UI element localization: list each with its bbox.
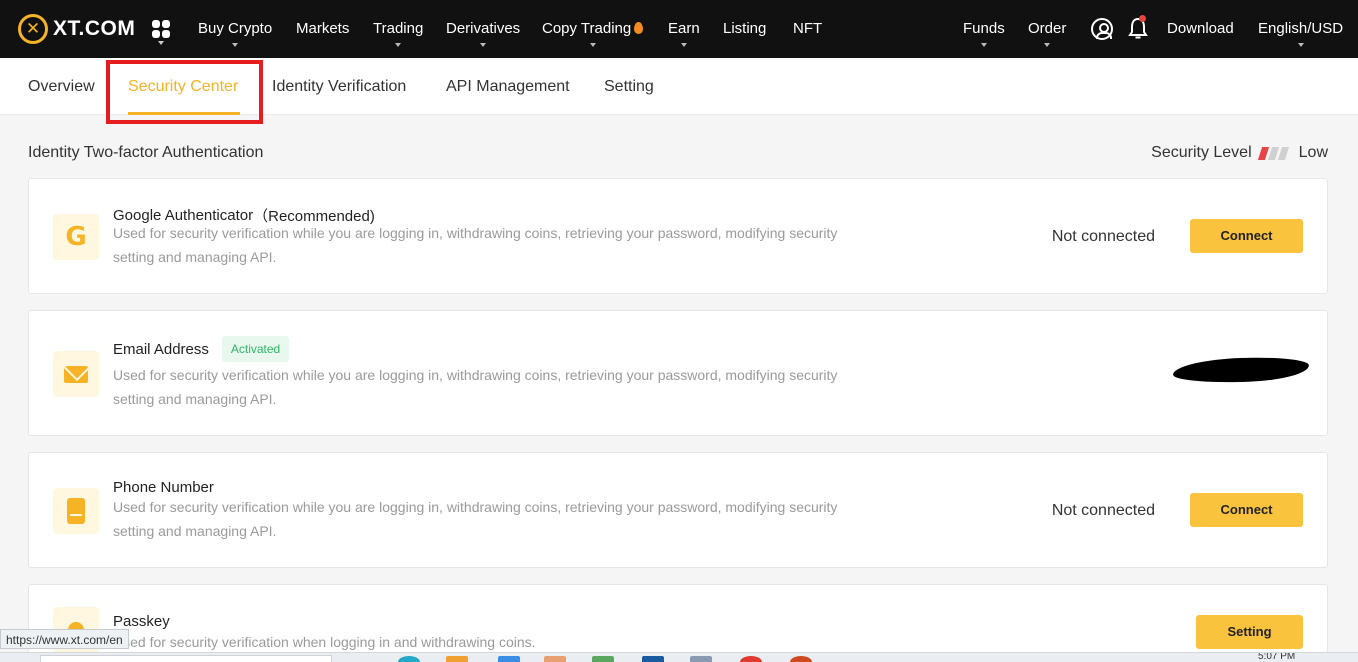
user-account-icon[interactable]: [1091, 18, 1113, 40]
google-authenticator-icon: G: [53, 214, 99, 260]
xt-logo-icon: ✕: [18, 14, 48, 44]
nav-listing[interactable]: Listing: [723, 0, 766, 58]
tab-api-management[interactable]: API Management: [446, 58, 570, 115]
redacted-email: [1172, 355, 1310, 385]
nav-markets[interactable]: Markets: [296, 0, 349, 58]
taskbar-app-icon[interactable]: [544, 656, 566, 662]
card-title: Phone Number: [113, 479, 214, 496]
taskbar-app-icon[interactable]: [690, 656, 712, 662]
taskbar-app-icon[interactable]: [740, 656, 762, 662]
nav-label: Download: [1167, 20, 1234, 37]
chevron-down-icon: [395, 43, 402, 47]
nav-derivatives[interactable]: Derivatives: [446, 0, 520, 58]
taskbar-app-icon[interactable]: [398, 656, 420, 662]
security-level-bar: [1267, 146, 1279, 160]
phone-icon: [53, 488, 99, 534]
card-email-address: Email Address Activated Used for securit…: [28, 310, 1328, 436]
connect-phone-button[interactable]: Connect: [1190, 493, 1303, 527]
security-level-bar: [1277, 146, 1289, 160]
taskbar-app-icon[interactable]: [790, 656, 812, 662]
notification-dot: [1139, 15, 1146, 22]
connect-google-authenticator-button[interactable]: Connect: [1190, 219, 1303, 253]
flame-icon: [634, 22, 644, 34]
chevron-down-icon: [589, 43, 596, 47]
nav-earn[interactable]: Earn: [668, 0, 700, 58]
taskbar-app-icon[interactable]: [498, 656, 520, 662]
card-title-text: Phone Number: [113, 479, 214, 496]
apps-grid-icon[interactable]: [152, 20, 170, 38]
tab-setting[interactable]: Setting: [604, 58, 654, 115]
nav-label: Derivatives: [446, 20, 521, 37]
nav-copy-trading[interactable]: Copy Trading: [542, 0, 644, 58]
card-title-text: Passkey: [113, 613, 170, 630]
card-phone-number: Phone Number Used for security verificat…: [28, 452, 1328, 568]
logo-text: XT.COM: [53, 17, 136, 40]
card-passkey: Passkey Used for security verification w…: [28, 584, 1328, 662]
nav-label: Trading: [373, 20, 424, 37]
nav-label: NFT: [793, 20, 823, 37]
passkey-setting-button[interactable]: Setting: [1196, 615, 1303, 649]
nav-buy-crypto[interactable]: Buy Crypto: [198, 0, 272, 58]
nav-label: Copy Trading: [542, 20, 632, 37]
nav-label: English/USD: [1258, 20, 1344, 37]
top-navbar: ✕ XT.COM Buy Crypto Markets Trading Deri…: [0, 0, 1358, 58]
nav-label: Buy Crypto: [198, 20, 273, 37]
nav-order[interactable]: Order: [1028, 0, 1066, 58]
taskbar-search[interactable]: [40, 655, 332, 662]
chevron-down-icon: [680, 43, 687, 47]
card-description: Used for security verification when logg…: [113, 634, 536, 650]
card-title: Email Address Activated: [113, 336, 290, 362]
nav-language[interactable]: English/USD: [1258, 0, 1343, 58]
card-description: Used for security verification while you…: [113, 499, 838, 539]
section-title: Identity Two-factor Authentication: [28, 144, 264, 161]
card-description: Used for security verification while you…: [113, 367, 838, 407]
security-level: Security Level Low: [1151, 144, 1328, 162]
nav-label: Markets: [296, 20, 350, 37]
card-description: Used for security verification while you…: [113, 225, 838, 265]
nav-nft[interactable]: NFT: [793, 0, 822, 58]
card-google-authenticator: G Google Authenticator （Recommended) Use…: [28, 178, 1328, 294]
security-level-bar: [1257, 146, 1269, 160]
annotation-highlight-box: [106, 60, 263, 124]
tab-identity-verification[interactable]: Identity Verification: [272, 58, 406, 115]
taskbar-clock: 5:07 PM: [1258, 652, 1296, 662]
chevron-down-icon: [980, 43, 987, 47]
nav-funds[interactable]: Funds: [963, 0, 1005, 58]
nav-label: Funds: [963, 20, 1005, 37]
security-level-label: Security Level: [1151, 144, 1252, 161]
card-title-text: Email Address: [113, 340, 209, 358]
nav-download[interactable]: Download: [1167, 0, 1234, 58]
nav-label: Order: [1028, 20, 1067, 37]
os-taskbar: 5:07 PM: [0, 652, 1358, 662]
chevron-down-icon: [480, 43, 487, 47]
connection-status: Not connected: [1051, 502, 1155, 519]
taskbar-app-icon[interactable]: [592, 656, 614, 662]
nav-label: Listing: [723, 20, 767, 37]
security-level-value: Low: [1298, 144, 1328, 161]
connection-status: Not connected: [1051, 228, 1155, 245]
chevron-down-icon: [232, 43, 239, 47]
envelope-icon: [53, 351, 99, 397]
security-level-bars: [1257, 146, 1290, 160]
chevron-down-icon: [1044, 43, 1051, 47]
xt-logo[interactable]: ✕ XT.COM: [18, 14, 135, 44]
chevron-down-icon: [158, 41, 164, 45]
taskbar-app-icon[interactable]: [642, 656, 664, 662]
nav-label: Earn: [668, 20, 700, 37]
browser-status-url: https://www.xt.com/en: [0, 629, 129, 649]
activated-badge: Activated: [221, 336, 290, 362]
card-title: Passkey: [113, 613, 170, 630]
chevron-down-icon: [1297, 43, 1304, 47]
nav-trading[interactable]: Trading: [373, 0, 423, 58]
tab-overview[interactable]: Overview: [28, 58, 95, 115]
taskbar-app-icon[interactable]: [446, 656, 468, 662]
